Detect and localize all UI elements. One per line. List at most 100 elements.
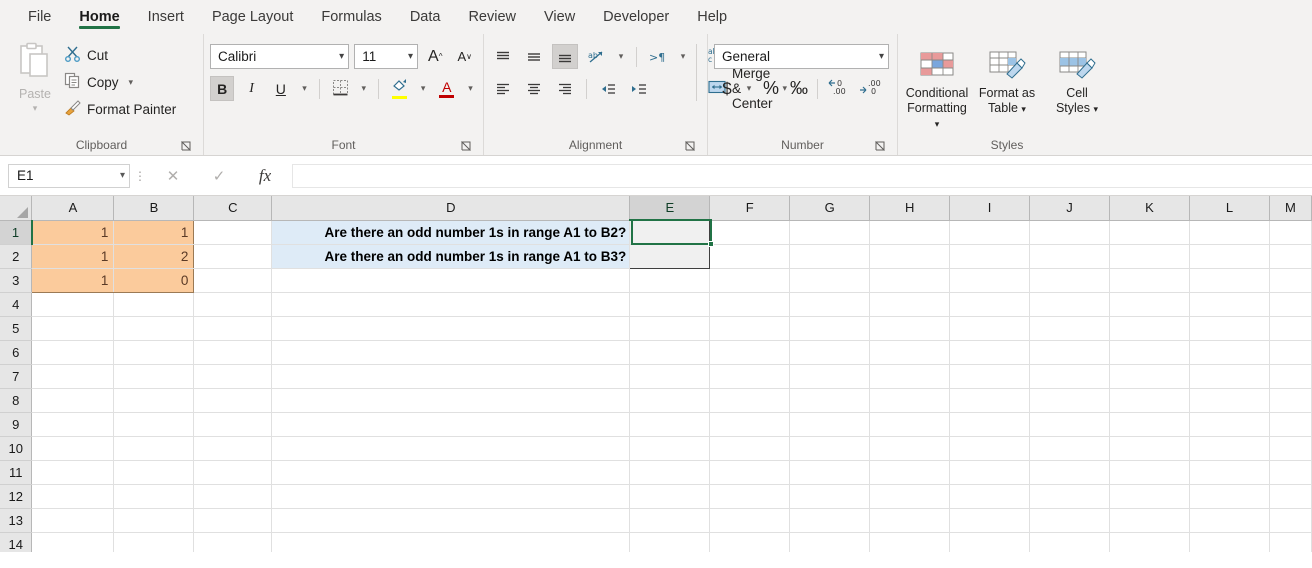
fill-handle[interactable] [708,241,714,247]
row-header-2[interactable]: 2 [0,244,33,269]
cell-A14[interactable] [31,532,115,552]
font-name-combo[interactable]: Calibri ▾ [210,44,350,69]
font-color-button[interactable]: A [435,76,459,101]
cell-G3[interactable] [789,268,871,293]
cell-B6[interactable] [113,340,195,365]
chevron-down-icon[interactable]: ▾ [935,119,940,129]
align-left-button[interactable] [490,76,516,101]
cell-L12[interactable] [1189,484,1270,509]
cell-F11[interactable] [709,460,791,485]
name-box[interactable]: E1 ▾ [8,163,130,188]
cell-A7[interactable] [31,364,115,389]
cell-I10[interactable] [949,436,1031,461]
comma-style-button[interactable]: ‰ [786,76,812,101]
cell-K1[interactable] [1109,220,1190,245]
cell-C11[interactable] [193,460,273,485]
row-header-12[interactable]: 12 [0,484,33,509]
cell-B2[interactable]: 2 [113,244,195,269]
cell-F5[interactable] [709,316,791,341]
cell-L4[interactable] [1189,292,1270,317]
column-header-m[interactable]: M [1269,196,1312,221]
cell-D2[interactable]: Are there an odd number 1s in range A1 t… [271,244,631,269]
cell-C9[interactable] [193,412,273,437]
cell-J4[interactable] [1029,292,1111,317]
font-size-combo[interactable]: 11 ▾ [354,44,419,69]
tab-review[interactable]: Review [454,0,530,34]
row-header-5[interactable]: 5 [0,316,33,341]
cell-E11[interactable] [629,460,711,485]
cell-L9[interactable] [1189,412,1270,437]
column-header-e[interactable]: E [629,196,711,221]
cell-H7[interactable] [869,364,951,389]
cell-J8[interactable] [1029,388,1111,413]
decrease-decimal-button[interactable]: .00 0 [855,76,885,101]
cell-J13[interactable] [1029,508,1111,533]
tab-insert[interactable]: Insert [134,0,198,34]
cell-L7[interactable] [1189,364,1270,389]
bold-button[interactable]: B [210,76,235,101]
insert-function-button[interactable]: fx [242,163,288,189]
cell-G11[interactable] [789,460,871,485]
cell-I6[interactable] [949,340,1031,365]
cell-K7[interactable] [1109,364,1190,389]
cell-G6[interactable] [789,340,871,365]
alignment-dialog-launcher[interactable] [685,141,697,153]
tab-home[interactable]: Home [65,0,133,34]
cell-E3[interactable] [629,268,711,293]
cell-C6[interactable] [193,340,273,365]
cell-K4[interactable] [1109,292,1190,317]
cell-E9[interactable] [629,412,711,437]
fill-color-button[interactable] [387,76,411,101]
cell-H4[interactable] [869,292,951,317]
cell-D11[interactable] [271,460,631,485]
cell-E14[interactable] [629,532,711,552]
cell-C3[interactable] [193,268,273,293]
cell-L3[interactable] [1189,268,1270,293]
align-top-button[interactable] [490,44,516,69]
cell-C12[interactable] [193,484,273,509]
cell-M1[interactable] [1269,220,1312,245]
cell-M6[interactable] [1269,340,1312,365]
cell-A10[interactable] [31,436,115,461]
cell-H13[interactable] [869,508,951,533]
cell-H9[interactable] [869,412,951,437]
italic-button[interactable]: I [239,76,263,101]
cell-D5[interactable] [271,316,631,341]
cell-A6[interactable] [31,340,115,365]
cell-F1[interactable] [709,220,791,245]
currency-button[interactable]: $ [714,76,740,101]
cell-H11[interactable] [869,460,951,485]
cut-button[interactable]: Cut [64,44,176,66]
tab-file[interactable]: File [14,0,65,34]
chevron-down-icon[interactable]: ▾ [1094,104,1099,114]
tab-help[interactable]: Help [683,0,741,34]
cell-B11[interactable] [113,460,195,485]
copy-button[interactable]: Copy ▾ [64,71,176,93]
cell-D12[interactable] [271,484,631,509]
row-header-7[interactable]: 7 [0,364,33,389]
cell-I12[interactable] [949,484,1031,509]
column-header-h[interactable]: H [869,196,951,221]
increase-decimal-button[interactable]: 0.00 [823,76,853,101]
cell-H3[interactable] [869,268,951,293]
cell-B1[interactable]: 1 [113,219,195,245]
chevron-down-icon[interactable]: ▾ [402,51,413,62]
cell-H12[interactable] [869,484,951,509]
cell-D1[interactable]: Are there an odd number 1s in range A1 t… [271,220,631,245]
cell-C10[interactable] [193,436,273,461]
cell-C1[interactable] [193,220,273,245]
cell-K5[interactable] [1109,316,1190,341]
cell-M12[interactable] [1269,484,1312,509]
align-right-button[interactable] [552,76,578,101]
cell-F14[interactable] [709,532,791,552]
cell-M9[interactable] [1269,412,1312,437]
cell-E2[interactable] [629,244,711,269]
cell-E12[interactable] [629,484,711,509]
increase-indent-button[interactable] [626,76,652,101]
cell-M11[interactable] [1269,460,1312,485]
cell-G8[interactable] [789,388,871,413]
cell-F3[interactable] [709,268,791,293]
borders-dropdown[interactable]: ▾ [357,76,370,101]
cell-G13[interactable] [789,508,871,533]
conditional-formatting-button[interactable]: Conditional Formatting ▾ [904,42,970,135]
